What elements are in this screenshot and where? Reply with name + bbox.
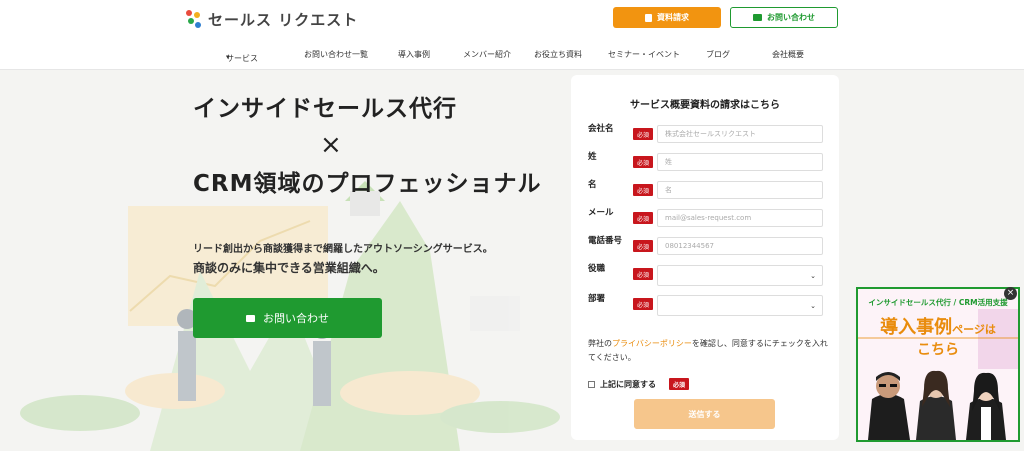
- last-name-input[interactable]: 姓: [657, 153, 823, 171]
- nav-item-resources[interactable]: お役立ち資料: [534, 49, 582, 60]
- required-badge: 必須: [633, 268, 653, 280]
- document-icon: [645, 13, 652, 22]
- field-label: 役職: [588, 264, 606, 274]
- first-name-input[interactable]: 名: [657, 181, 823, 199]
- hero-tagline: 商談のみに集中できる営業組織へ。: [193, 261, 385, 275]
- field-label: 電話番号: [588, 236, 623, 246]
- hero-contact-label: お問い合わせ: [263, 312, 329, 325]
- form-row-first-name: 名 必須 名: [571, 180, 839, 203]
- required-badge: 必須: [633, 184, 653, 196]
- hero-title-line2: CRM領域のプロフェッショナル: [193, 171, 542, 197]
- document-request-label: 資料請求: [657, 13, 689, 22]
- mail-icon: [753, 14, 762, 21]
- header-contact-button[interactable]: お問い合わせ: [730, 7, 838, 28]
- agree-row: 上記に同意する 必須: [588, 378, 689, 390]
- required-badge: 必須: [669, 378, 689, 390]
- position-select[interactable]: ⌄: [657, 265, 823, 286]
- required-badge: 必須: [633, 156, 653, 168]
- email-input[interactable]: mail@sales-request.com: [657, 209, 823, 227]
- hero-title-line1: インサイドセールス代行: [193, 96, 457, 122]
- nav-item-seminars[interactable]: セミナー・イベント: [608, 49, 680, 60]
- hero-subtitle: リード創出から商談獲得まで網羅したアウトソーシングサービス。: [193, 244, 493, 255]
- hero-cross: ×: [320, 130, 342, 160]
- logo[interactable]: セールス リクエスト: [184, 9, 358, 30]
- form-row-department: 部署 必須 ⌄: [571, 294, 839, 317]
- department-select[interactable]: ⌄: [657, 295, 823, 316]
- required-badge: 必須: [633, 212, 653, 224]
- logo-text: セールス リクエスト: [208, 11, 359, 29]
- field-label: 姓: [588, 152, 597, 162]
- nav-item-members[interactable]: メンバー紹介: [463, 49, 511, 60]
- mail-icon: [246, 314, 255, 322]
- agree-label: 上記に同意する: [600, 379, 656, 389]
- required-badge: 必須: [633, 240, 653, 252]
- site-header: セールス リクエスト 資料請求 お問い合わせ サービス ▾ お問い合わせ一覧 導…: [0, 0, 1024, 70]
- document-request-button[interactable]: 資料請求: [613, 7, 721, 28]
- form-row-email: メール 必須 mail@sales-request.com: [571, 208, 839, 231]
- form-title: サービス概要資料の請求はこちら: [630, 100, 780, 111]
- chevron-down-icon: ▾: [226, 53, 230, 61]
- phone-input[interactable]: 08012344567: [657, 237, 823, 255]
- form-row-last-name: 姓 必須 姓: [571, 152, 839, 175]
- nav-item-contact-list[interactable]: お問い合わせ一覧: [304, 49, 368, 60]
- form-row-phone: 電話番号 必須 08012344567: [571, 236, 839, 259]
- field-label: メール: [588, 208, 614, 218]
- required-badge: 必須: [633, 298, 653, 310]
- banner-main-text: 導入事例ページは: [880, 317, 996, 338]
- chevron-down-icon: ⌄: [810, 301, 816, 310]
- nav-item-company[interactable]: 会社概要: [772, 49, 804, 60]
- agree-checkbox[interactable]: [588, 380, 595, 388]
- people-photo: [868, 370, 1006, 440]
- banner-background: [858, 289, 1018, 440]
- logo-mark-icon: [184, 9, 202, 30]
- field-label: 名: [588, 180, 597, 190]
- form-row-company: 会社名 必須 株式会社セールスリクエスト: [571, 124, 839, 147]
- required-badge: 必須: [633, 128, 653, 140]
- privacy-consent-text: 弊社のプライバシーポリシーを確認し、同意するにチェックを入れてください。: [588, 339, 828, 362]
- banner-sub-text: こちら: [917, 342, 959, 358]
- chevron-down-icon: ⌄: [810, 271, 816, 280]
- company-input[interactable]: 株式会社セールスリクエスト: [657, 125, 823, 143]
- submit-button[interactable]: 送信する: [634, 399, 775, 429]
- banner-close-icon[interactable]: ×: [1004, 287, 1017, 300]
- document-request-form: サービス概要資料の請求はこちら 会社名 必須 株式会社セールスリクエスト 姓 必…: [571, 75, 839, 440]
- nav-item-blog[interactable]: ブログ: [706, 49, 730, 60]
- field-label: 部署: [588, 294, 606, 304]
- banner-top-text: インサイドセールス代行 / CRM活用支援: [868, 298, 1008, 307]
- case-study-banner[interactable]: インサイドセールス代行 / CRM活用支援 導入事例ページは こちら: [856, 287, 1020, 442]
- header-contact-label: お問い合わせ: [767, 13, 815, 22]
- hero-contact-button[interactable]: お問い合わせ: [193, 298, 382, 338]
- global-nav: サービス ▾ お問い合わせ一覧 導入事例 メンバー紹介 お役立ち資料 セミナー・…: [226, 49, 804, 63]
- field-label: 会社名: [588, 124, 614, 134]
- form-row-position: 役職 必須 ⌄: [571, 264, 839, 287]
- nav-item-case-studies[interactable]: 導入事例: [398, 49, 430, 60]
- privacy-policy-link[interactable]: プライバシーポリシー: [612, 339, 692, 348]
